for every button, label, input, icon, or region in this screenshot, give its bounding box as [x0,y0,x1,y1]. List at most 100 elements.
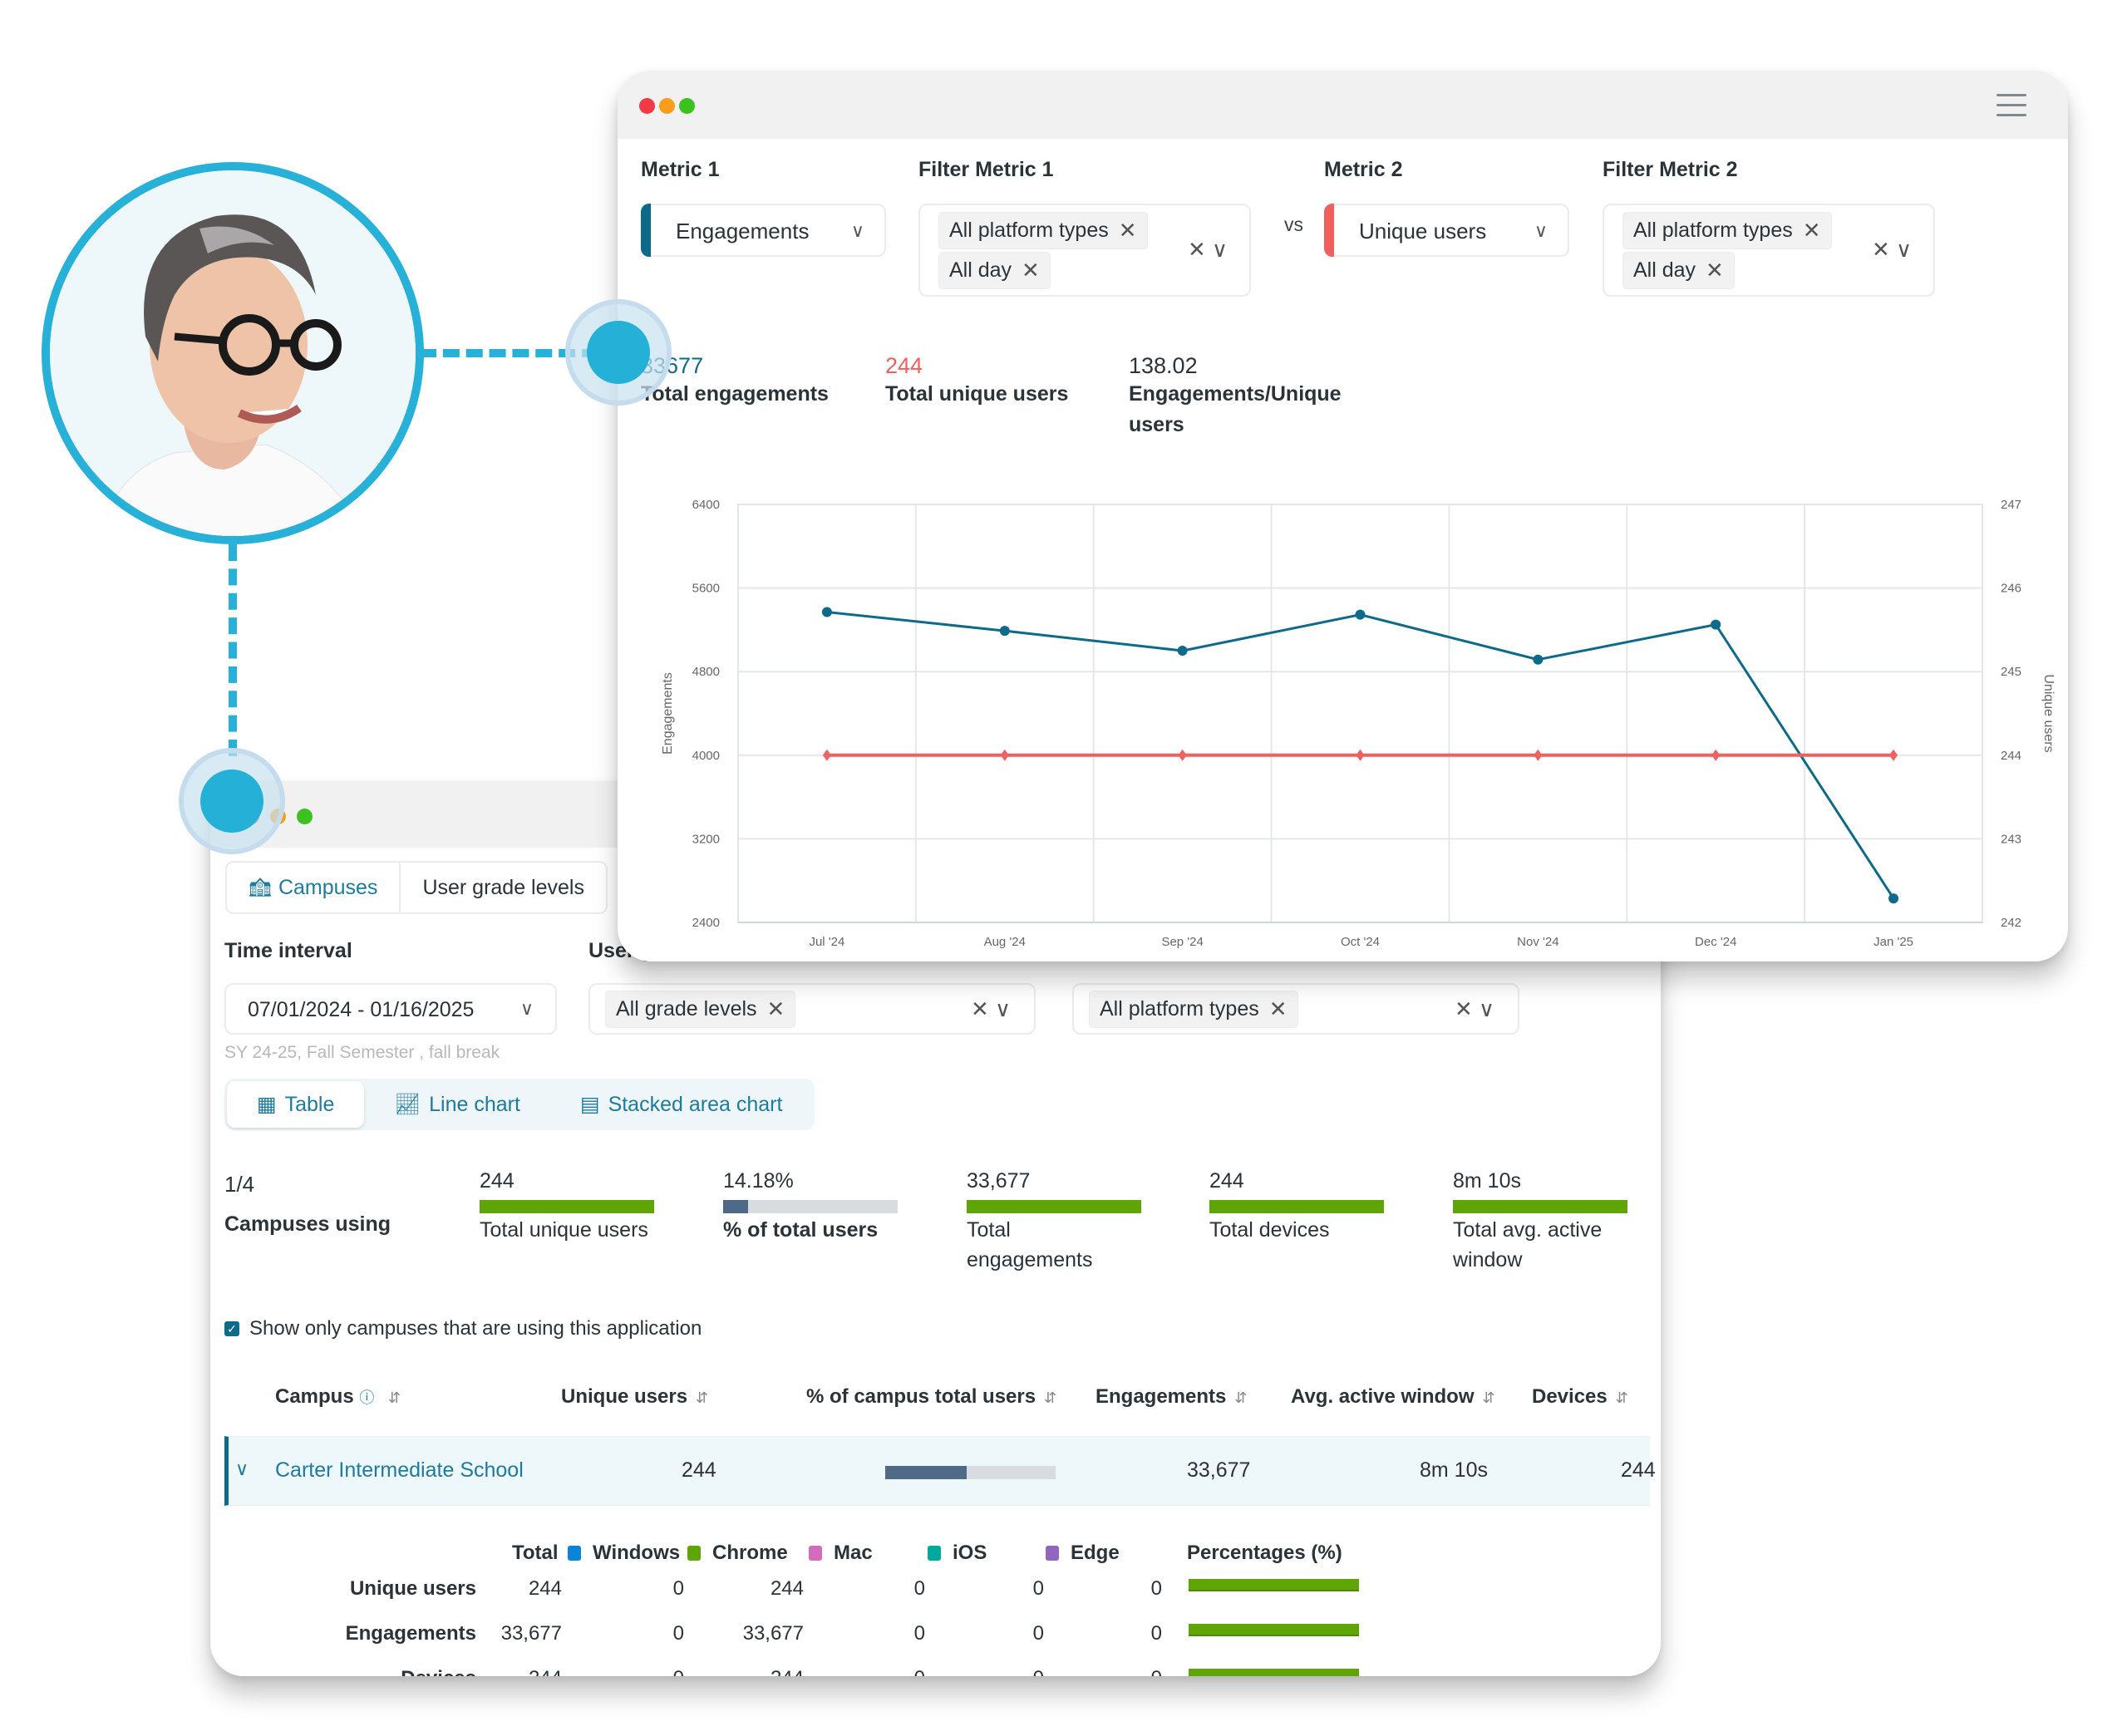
remove-chip-icon[interactable]: ✕ [1269,996,1288,1022]
sort-icon[interactable]: ⇵ [1483,1389,1495,1406]
breakdown-cell: 0 [584,1667,684,1676]
table-row[interactable]: ∨ Carter Intermediate School 244 33,677 … [224,1436,1656,1506]
column-header-pct-campus-users[interactable]: % of campus total users ⇵ [806,1385,1056,1409]
column-header-campus[interactable]: Campus ⓘ ⇵ [275,1385,401,1409]
kpi-progress-bar-fill [723,1200,748,1213]
breakdown-header-total: Total [512,1542,559,1564]
line-chart-icon: 📈︎ [394,1092,421,1116]
kpi-label: Total unique users [480,1218,648,1242]
breakdown-row-label: Engagements [345,1622,476,1645]
checkbox-checked-icon[interactable]: ✓ [224,1321,239,1336]
x-tick-label: Nov '24 [1517,935,1558,949]
kpi-value: 8m 10s [1453,1169,1521,1193]
x-tick-label: Oct '24 [1341,935,1380,949]
y-tick-label-right: 244 [2001,749,2021,763]
kpi-progress-bar-fill [1453,1200,1627,1213]
column-header-avg-active-window[interactable]: Avg. active window ⇵ [1291,1385,1495,1409]
x-tick-label: Sep '24 [1161,935,1203,949]
kpi-progress-bar [723,1200,898,1213]
y-tick-label-left: 5600 [692,582,720,596]
clear-and-expand-icons[interactable]: ✕ ∨ [1455,996,1494,1022]
kpi-progress-bar [1453,1200,1627,1213]
kpi-total-avg-active-window: 8m 10s Total avg. active window [1453,1169,1627,1275]
kpi-value: 33,677 [967,1169,1031,1193]
y-tick-label-right: 243 [2001,832,2021,846]
platform-type-chip: All platform types ✕ [1089,991,1298,1028]
breakdown-cell: 244 [462,1667,562,1676]
time-interval-hint: SY 24-25, Fall Semester , fall break [224,1043,500,1062]
breakdown-cell: 244 [528,1577,562,1600]
connector-node-top [565,299,672,406]
legend-swatch-chrome [687,1546,701,1561]
sort-icon[interactable]: ⇵ [388,1389,401,1406]
percentage-bar-fill [1189,1669,1359,1676]
kpi-progress-bar [480,1200,654,1213]
y-tick-label-left: 3200 [692,832,720,846]
breakdown-header-edge: Edge [1046,1542,1120,1565]
cell-engagements: 33,677 [1187,1458,1251,1482]
kpi-total-unique-users: 244 Total unique users [480,1169,654,1245]
tab-line-chart-view[interactable]: 📈︎ Line chart [364,1081,550,1128]
kpi-total-devices: 244 Total devices [1209,1169,1384,1245]
stacked-area-chart-icon: ▤ [579,1093,600,1116]
x-tick-label: Jul '24 [809,935,844,949]
data-point [1355,609,1366,620]
column-header-engagements[interactable]: Engagements ⇵ [1096,1385,1247,1409]
percentage-bar-fill [1189,1624,1359,1636]
connector-line-vertical [229,544,237,756]
breakdown-cell: 0 [672,1577,684,1600]
campus-pct-bar-fill [885,1466,967,1479]
show-only-using-checkbox[interactable]: ✓ Show only campuses that are using this… [224,1317,702,1340]
table-icon: ▦ [257,1093,277,1116]
x-tick-label: Aug '24 [984,935,1026,949]
y-tick-label-left: 2400 [692,916,720,930]
remove-chip-icon[interactable]: ✕ [767,996,785,1022]
breakdown-header-percentages-: Percentages (%) [1187,1542,1342,1564]
data-point [1888,893,1899,904]
breakdown-cell: 0 [1032,1622,1044,1645]
tab-stacked-area-view[interactable]: ▤ Stacked area chart [550,1081,812,1128]
platform-type-multiselect[interactable]: All platform types ✕ ✕ ∨ [1072,983,1519,1035]
maximize-window-dot[interactable] [297,809,313,824]
tab-campuses[interactable]: 🏫︎ Campuses [227,863,399,912]
kpi-label: Total engagements [967,1218,1093,1271]
clear-and-expand-icons[interactable]: ✕ ∨ [971,996,1011,1022]
kpi-label: Total avg. active window [1453,1218,1603,1271]
column-header-unique-users[interactable]: Unique users ⇵ [561,1385,708,1409]
breakdown-row-label: Unique users [349,1577,476,1600]
sort-icon[interactable]: ⇵ [696,1389,708,1406]
user-avatar [42,162,424,544]
kpi-value: 244 [480,1169,515,1193]
column-header-devices[interactable]: Devices ⇵ [1532,1385,1628,1409]
breakdown-cell: 244 [770,1577,804,1600]
breakdown-cell: 0 [1150,1622,1162,1645]
breakdown-cell: 33,677 [742,1622,804,1645]
y-tick-label-left: 4800 [692,665,720,679]
expand-row-chevron-icon[interactable]: ∨ [235,1458,249,1480]
breakdown-cell: 0 [825,1667,925,1676]
cell-devices: 244 [1621,1458,1656,1482]
kpi-progress-bar-fill [967,1200,1141,1213]
time-interval-select[interactable]: 07/01/2024 - 01/16/2025 ∨ [224,983,557,1035]
y-tick-label-right: 242 [2001,916,2021,930]
info-icon[interactable]: ⓘ [359,1389,374,1406]
campus-name-link[interactable]: Carter Intermediate School [275,1458,524,1483]
sort-icon[interactable]: ⇵ [1044,1389,1056,1406]
tab-user-grade-levels[interactable]: User grade levels [399,863,606,912]
tab-table-view[interactable]: ▦ Table [227,1081,365,1128]
data-point [821,607,832,617]
y-tick-label-right: 245 [2001,665,2021,679]
sort-icon[interactable]: ⇵ [1616,1389,1628,1406]
breakdown-cell: 0 [1150,1577,1162,1600]
breakdown-cell: 33,677 [500,1622,562,1645]
cell-unique-users: 244 [682,1458,716,1482]
grade-level-multiselect[interactable]: All grade levels ✕ ✕ ∨ [588,983,1036,1035]
legend-swatch-ios [928,1546,941,1561]
sort-icon[interactable]: ⇵ [1234,1389,1247,1406]
chevron-down-icon: ∨ [519,998,534,1019]
breakdown-cell: 0 [672,1622,684,1645]
kpi-campuses-using: 1/4 Campuses using [224,1172,391,1236]
campus-pct-bar [885,1466,1056,1479]
y-axis-title-left: Engagements [661,672,675,755]
breakdown-header-chrome: Chrome [687,1542,788,1565]
